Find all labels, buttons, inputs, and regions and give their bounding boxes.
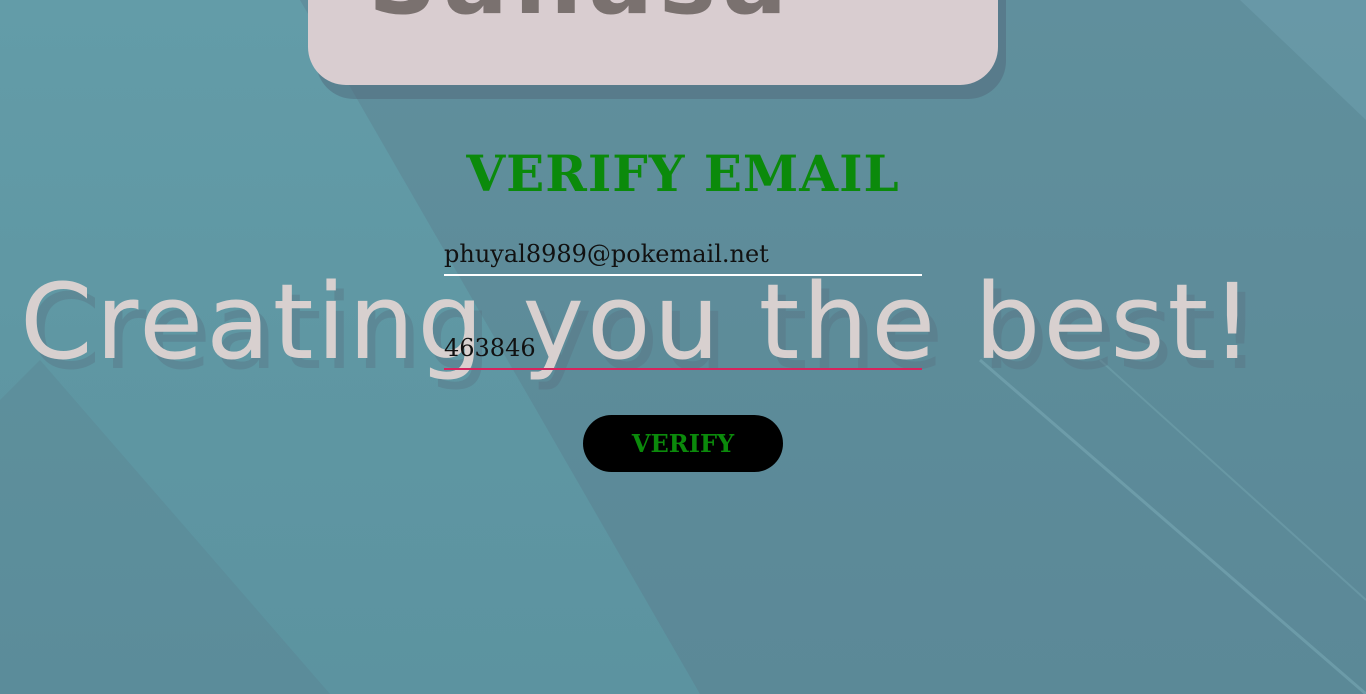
verify-button[interactable]: VERIFY [583, 415, 783, 472]
verification-code-field[interactable] [444, 328, 922, 370]
page-title: VERIFY EMAIL [466, 144, 900, 203]
verify-form: VERIFY EMAIL VERIFY [0, 0, 1366, 694]
email-field[interactable] [444, 234, 922, 276]
